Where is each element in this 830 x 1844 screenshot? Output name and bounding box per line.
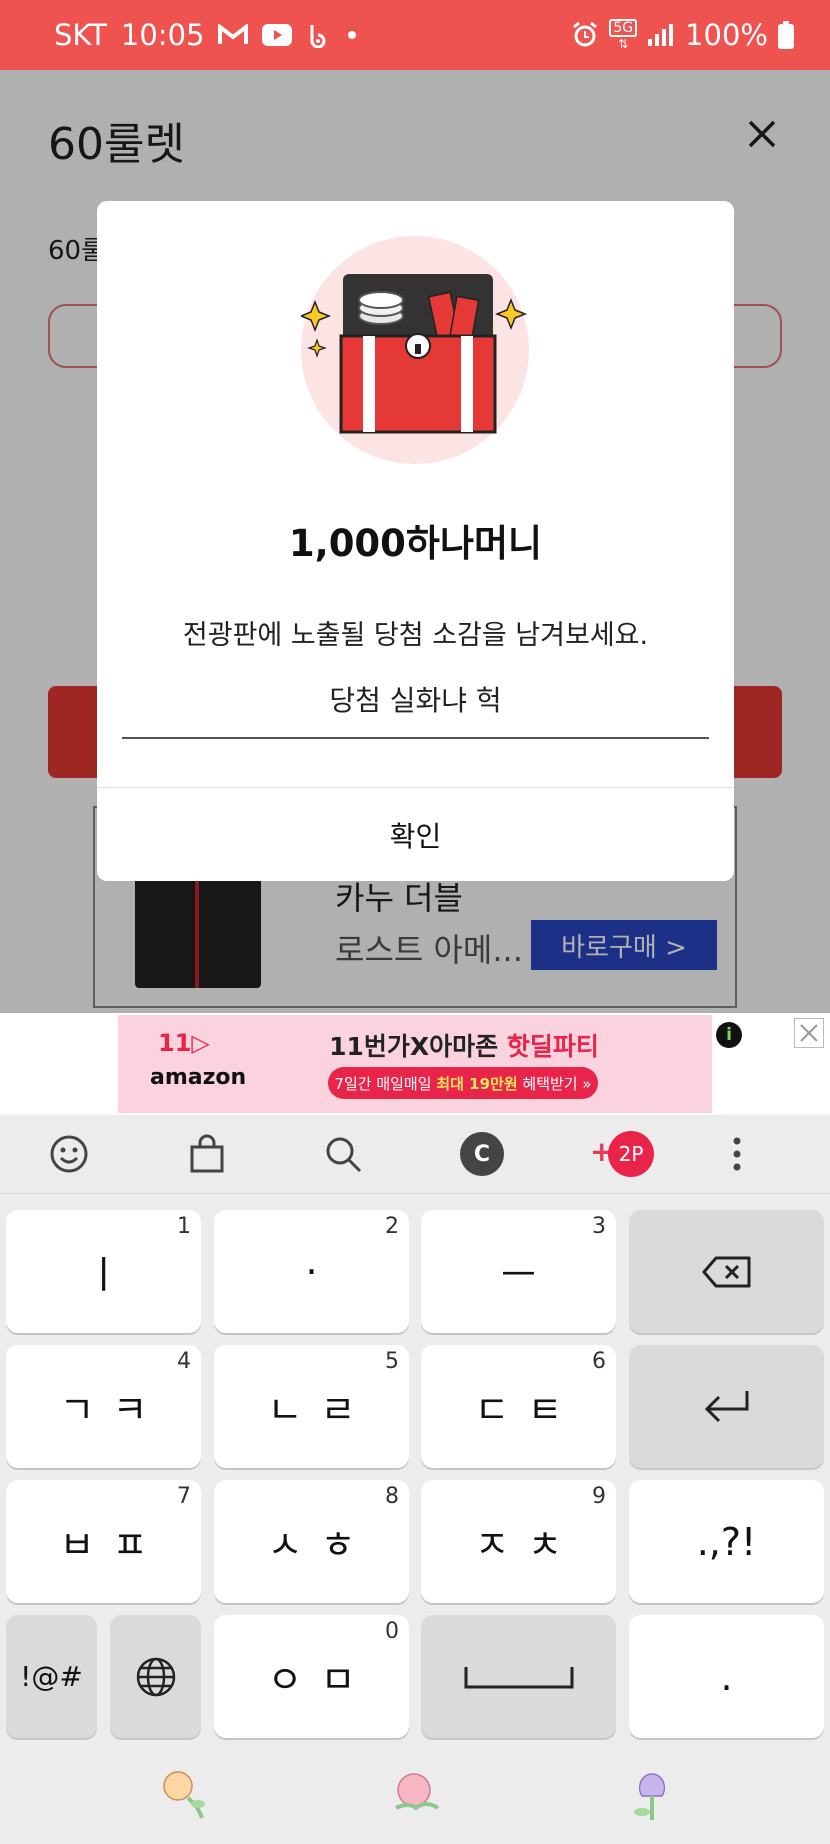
11st-logo: 11▷ xyxy=(158,1029,210,1057)
key-6[interactable]: ㄷㅌ 6 xyxy=(421,1345,616,1468)
enter-icon xyxy=(704,1390,748,1422)
key-2[interactable]: · 2 xyxy=(214,1210,409,1333)
space-icon xyxy=(464,1666,573,1688)
c-icon: C xyxy=(460,1132,504,1176)
close-icon xyxy=(800,1024,818,1042)
key-label: · xyxy=(305,1249,318,1294)
banner-title-hot: 핫딜파티 xyxy=(506,1032,599,1061)
key-label: ㄱㅋ xyxy=(59,1388,166,1432)
key-label: !@# xyxy=(20,1660,83,1693)
language-key[interactable] xyxy=(110,1615,201,1738)
key-number: 1 xyxy=(177,1214,191,1239)
signal-icon xyxy=(647,23,675,47)
5g-icon: 5G ⇅ xyxy=(609,19,638,51)
search-icon xyxy=(326,1137,362,1173)
carrier-label: SKT xyxy=(54,18,107,52)
key-number: 0 xyxy=(385,1619,399,1644)
key-number: 7 xyxy=(177,1484,191,1509)
key-1[interactable]: ㅣ 1 xyxy=(6,1210,201,1333)
keyboard-toolbar: C + 2P xyxy=(0,1115,830,1193)
banner-cta-text2: 혜택받기 » xyxy=(522,1074,592,1093)
more-vertical-icon xyxy=(733,1137,741,1171)
space-key[interactable] xyxy=(421,1615,616,1738)
key-number: 8 xyxy=(385,1484,399,1509)
more-options-button[interactable] xyxy=(714,1131,760,1177)
key-number: 4 xyxy=(177,1349,191,1374)
reward-modal: 1,000하나머니 전광판에 노출될 당첨 소감을 남겨보세요. 확인 xyxy=(97,201,734,881)
banner-title-11st: 11번가 xyxy=(329,1032,410,1061)
key-number: 3 xyxy=(592,1214,606,1239)
shopping-bag-icon xyxy=(190,1134,224,1173)
flower-sticker-icon[interactable] xyxy=(158,1768,214,1824)
backspace-key[interactable] xyxy=(629,1210,824,1333)
key-label: ㅇㅁ xyxy=(267,1658,374,1702)
reward-amount: 1,000하나머니 xyxy=(288,522,543,565)
key-label: ㅣ xyxy=(86,1253,121,1297)
key-label: ㅈㅊ xyxy=(474,1523,581,1567)
battery-icon xyxy=(778,21,794,49)
ad-info-icon[interactable]: i xyxy=(716,1022,742,1048)
status-bar: SKT 10:05 5G ⇅ 100% xyxy=(0,0,830,70)
comment-input[interactable] xyxy=(122,661,709,739)
points-badge: 2P xyxy=(608,1131,654,1177)
toolbar-divider xyxy=(0,1193,830,1194)
banner-title-amazon: 아마존 xyxy=(429,1032,499,1061)
gmail-icon xyxy=(218,24,249,46)
key-label: ㄷㅌ xyxy=(474,1388,581,1432)
ad-close-button[interactable] xyxy=(794,1018,824,1048)
alarm-icon xyxy=(571,21,599,49)
banner-cta[interactable]: 7일간 매일매일 최대 19만원 혜택받기 » xyxy=(328,1067,598,1099)
key-0[interactable]: ㅇㅁ 0 xyxy=(214,1615,409,1738)
reward-description: 전광판에 노출될 당첨 소감을 남겨보세요. xyxy=(182,620,649,651)
punctuation-key[interactable]: .,?! xyxy=(629,1480,824,1603)
enter-key[interactable] xyxy=(629,1345,824,1468)
battery-label: 100% xyxy=(685,18,768,52)
period-key[interactable]: . xyxy=(629,1615,824,1738)
key-7[interactable]: ㅂㅍ 7 xyxy=(6,1480,201,1603)
key-label: ㄴㄹ xyxy=(267,1388,374,1432)
network-label: 5G xyxy=(609,19,638,37)
key-3[interactable]: ㅡ 3 xyxy=(421,1210,616,1333)
backspace-icon xyxy=(702,1256,750,1287)
treasure-chest-icon xyxy=(298,236,529,464)
rose-sticker-icon[interactable] xyxy=(388,1768,444,1824)
youtube-icon xyxy=(262,24,293,46)
symbols-key[interactable]: !@# xyxy=(6,1615,97,1738)
amazon-logo: amazon xyxy=(150,1065,247,1090)
key-number: 6 xyxy=(592,1349,606,1374)
ad-banner[interactable]: 11▷ amazon 11번가X아마존 핫딜파티 7일간 매일매일 최대 19만… xyxy=(118,1015,712,1113)
dot-icon xyxy=(346,29,358,41)
key-9[interactable]: ㅈㅊ 9 xyxy=(421,1480,616,1603)
tulip-sticker-icon[interactable] xyxy=(624,1768,680,1824)
key-label: ㅂㅍ xyxy=(59,1523,166,1567)
banner-cta-text1: 7일간 매일매일 xyxy=(334,1074,432,1093)
key-8[interactable]: ㅅㅎ 8 xyxy=(214,1480,409,1603)
banner-cta-highlight: 최대 19만원 xyxy=(436,1074,518,1093)
clipboard-button[interactable]: C xyxy=(459,1131,505,1177)
key-number: 5 xyxy=(385,1349,399,1374)
shopping-button[interactable] xyxy=(184,1131,230,1177)
emoji-icon xyxy=(50,1135,88,1173)
key-label: . xyxy=(720,1654,733,1699)
key-number: 2 xyxy=(385,1214,399,1239)
key-label: .,?! xyxy=(696,1519,757,1564)
key-5[interactable]: ㄴㄹ 5 xyxy=(214,1345,409,1468)
emoji-button[interactable] xyxy=(46,1131,92,1177)
points-button[interactable]: + 2P xyxy=(590,1131,656,1177)
banner-title-x: X xyxy=(409,1032,430,1061)
key-4[interactable]: ㄱㅋ 4 xyxy=(6,1345,201,1468)
time-label: 10:05 xyxy=(120,18,205,52)
banner-title: 11번가X아마존 핫딜파티 xyxy=(314,1027,614,1063)
globe-icon xyxy=(136,1657,175,1696)
key-label: ㅅㅎ xyxy=(267,1523,374,1567)
key-number: 9 xyxy=(592,1484,606,1509)
b-app-icon xyxy=(306,22,332,48)
search-button[interactable] xyxy=(320,1131,366,1177)
confirm-button[interactable]: 확인 xyxy=(97,788,734,881)
key-label: ㅡ xyxy=(501,1253,536,1297)
